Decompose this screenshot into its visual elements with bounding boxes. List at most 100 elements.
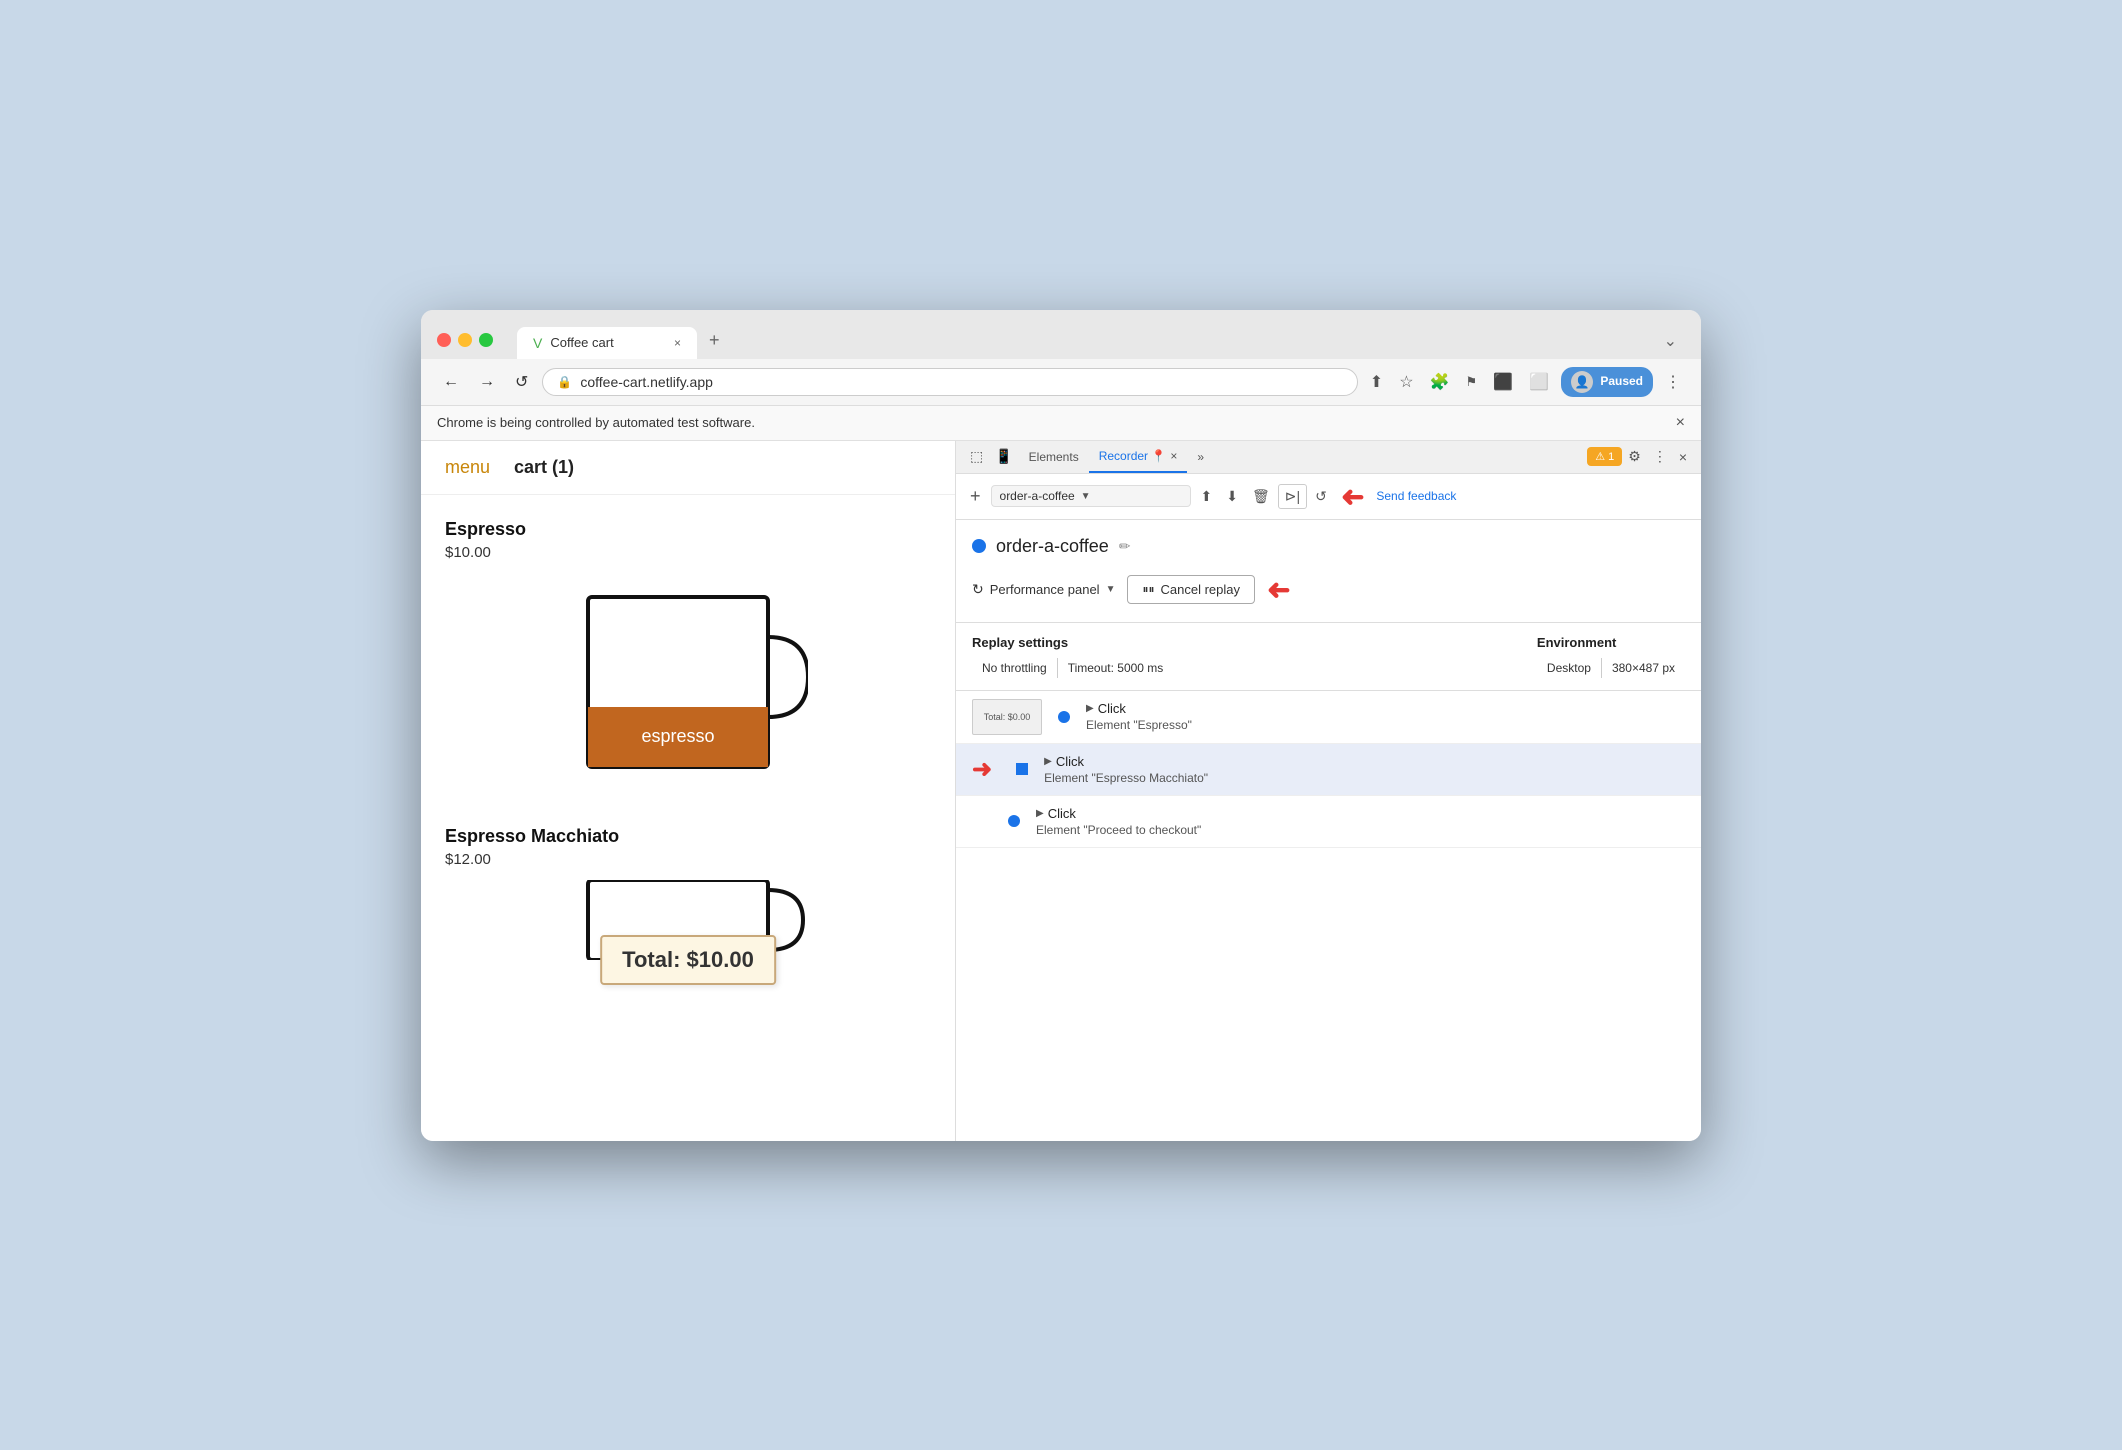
- tab-bar: V Coffee cart × + ⌄: [517, 322, 1685, 359]
- share-button[interactable]: ⬆: [1366, 368, 1387, 396]
- webpage-nav: menu cart (1): [421, 441, 955, 495]
- timeline-step-2[interactable]: ➜ ▶ Click Element "Espresso Macchiato": [956, 744, 1701, 796]
- add-recording-btn[interactable]: +: [964, 484, 987, 509]
- step-square: [1016, 763, 1028, 775]
- recording-detail: order-a-coffee ✏ ↻ Performance panel ▼ ⏸…: [956, 520, 1701, 623]
- step-type-2: ▶ Click: [1044, 754, 1685, 769]
- espresso-name: Espresso: [445, 519, 931, 540]
- step-content-2: ▶ Click Element "Espresso Macchiato": [1044, 754, 1685, 785]
- new-tab-button[interactable]: +: [697, 322, 732, 359]
- throttling-value: No throttling: [972, 658, 1057, 678]
- send-feedback-link[interactable]: Send feedback: [1376, 489, 1456, 503]
- step-red-arrow: ➜: [972, 755, 992, 784]
- recording-edit-icon[interactable]: ✏: [1119, 538, 1131, 555]
- address-bar[interactable]: 🔒 coffee-cart.netlify.app: [542, 368, 1357, 396]
- close-button[interactable]: [437, 333, 451, 347]
- paused-badge: 👤 Paused: [1561, 367, 1653, 397]
- replay-settings-label: Replay settings: [972, 635, 1173, 650]
- devtools-close-btn[interactable]: ×: [1673, 443, 1693, 471]
- devtools-gear-btn[interactable]: ⚙: [1622, 442, 1647, 471]
- nav-cart-link[interactable]: cart (1): [514, 457, 574, 478]
- devtools-tabs: ⬚ 📱 Elements Recorder 📍 × » ⚠ 1 ⚙ ⋮ ×: [956, 441, 1701, 474]
- delete-recording-btn[interactable]: 🗑: [1246, 482, 1276, 511]
- recorder-tab-close[interactable]: ×: [1170, 449, 1177, 463]
- performance-panel-btn[interactable]: ↻ Performance panel ▼: [972, 581, 1115, 598]
- env-values: Desktop 380×487 px: [1537, 658, 1685, 678]
- cancel-red-arrow: ➜: [1267, 573, 1290, 606]
- cancel-replay-btn[interactable]: ⏸⏸ Cancel replay: [1127, 575, 1255, 604]
- macchiato-price: $12.00: [445, 851, 931, 868]
- env-device: Desktop: [1537, 658, 1601, 678]
- env-size: 380×487 px: [1602, 658, 1685, 678]
- cancel-icon: ⏸⏸: [1142, 582, 1154, 597]
- replay-step-btn[interactable]: ⊳|: [1278, 484, 1307, 509]
- step-content-3: ▶ Click Element "Proceed to checkout": [1036, 806, 1685, 837]
- step-type-1: ▶ Click: [1086, 701, 1685, 716]
- browser-tab-active[interactable]: V Coffee cart ×: [517, 327, 697, 359]
- replay-settings: Replay settings No throttling Timeout: 5…: [956, 623, 1701, 691]
- timeline-step-1[interactable]: Total: $0.00 ▶ Click Element "Espresso": [956, 691, 1701, 744]
- replay-icon: ⊳|: [1285, 488, 1300, 505]
- tab-overflow-button[interactable]: ⌄: [1656, 323, 1685, 359]
- step-thumbnail: Total: $0.00: [972, 699, 1042, 735]
- recording-dropdown-icon: ▼: [1081, 491, 1091, 502]
- timeline-steps: Total: $0.00 ▶ Click Element "Espresso": [956, 691, 1701, 1141]
- replay-all-btn[interactable]: ↺: [1309, 482, 1333, 511]
- recording-controls: ↻ Performance panel ▼ ⏸⏸ Cancel replay ➜: [972, 573, 1685, 606]
- step-element-1: Element "Espresso": [1086, 718, 1685, 732]
- tab-elements[interactable]: Elements: [1019, 442, 1089, 472]
- espresso-price: $10.00: [445, 544, 931, 561]
- espresso-macchiato-product: Espresso Macchiato $12.00 Total: $10.00: [445, 826, 931, 965]
- back-button[interactable]: ←: [437, 369, 465, 395]
- step-expand-3[interactable]: ▶: [1036, 808, 1044, 819]
- minimize-button[interactable]: [458, 333, 472, 347]
- toolbar-red-arrow: ➜: [1341, 480, 1364, 513]
- badge-count: 1: [1608, 451, 1614, 463]
- total-amount: Total: $10.00: [622, 947, 754, 972]
- step-element-3: Element "Proceed to checkout": [1036, 823, 1685, 837]
- tab-recorder[interactable]: Recorder 📍 ×: [1089, 441, 1188, 473]
- nav-menu-link[interactable]: menu: [445, 457, 490, 478]
- chrome-menu-button[interactable]: ⋮: [1661, 368, 1685, 396]
- import-recording-btn[interactable]: ⬇: [1220, 482, 1244, 511]
- forward-button[interactable]: →: [473, 369, 501, 395]
- cast-button[interactable]: ⬛: [1489, 368, 1517, 396]
- recording-title: order-a-coffee: [996, 536, 1109, 557]
- macchiato-name: Espresso Macchiato: [445, 826, 931, 847]
- bookmark-button[interactable]: ☆: [1395, 368, 1417, 396]
- settings-values: No throttling Timeout: 5000 ms: [972, 658, 1173, 678]
- recording-selector[interactable]: order-a-coffee ▼: [991, 485, 1191, 507]
- notification-text: Chrome is being controlled by automated …: [437, 415, 755, 430]
- tab-more[interactable]: »: [1187, 442, 1214, 472]
- export-recording-btn[interactable]: ⬆: [1195, 482, 1219, 511]
- notification-close-icon[interactable]: ×: [1676, 414, 1685, 432]
- dt-toolbar-actions: ⬆ ⬇ 🗑 ⊳| ↺: [1195, 482, 1333, 511]
- devtools-toolbar: + order-a-coffee ▼ ⬆ ⬇ 🗑 ⊳| ↺ ➜ Send fee…: [956, 474, 1701, 520]
- title-bar: V Coffee cart × + ⌄: [421, 310, 1701, 359]
- step-circle-3: [1008, 815, 1020, 827]
- extensions-button[interactable]: 🧩: [1426, 368, 1454, 396]
- step-node-3: [1004, 815, 1024, 827]
- maximize-button[interactable]: [479, 333, 493, 347]
- devtools-inspect-btn[interactable]: ⬚: [964, 442, 989, 471]
- devtools-device-btn[interactable]: 📱: [989, 442, 1018, 471]
- step-type-3: ▶ Click: [1036, 806, 1685, 821]
- devtools-panel: ⬚ 📱 Elements Recorder 📍 × » ⚠ 1 ⚙ ⋮ ×: [956, 441, 1701, 1141]
- window-button[interactable]: ⬜: [1525, 368, 1553, 396]
- recording-header: order-a-coffee ✏: [972, 536, 1685, 557]
- step-expand-1[interactable]: ▶: [1086, 703, 1094, 714]
- devtools-more-btn[interactable]: ⋮: [1647, 442, 1673, 471]
- espresso-cup: espresso: [568, 577, 808, 802]
- devtools-issues-btn[interactable]: ⚠ 1: [1587, 447, 1622, 466]
- step-node-2: [1012, 763, 1032, 775]
- step-expand-2[interactable]: ▶: [1044, 756, 1052, 767]
- notification-bar: Chrome is being controlled by automated …: [421, 406, 1701, 441]
- devtools-ext-button[interactable]: ⚑: [1461, 370, 1481, 394]
- tab-close-icon[interactable]: ×: [674, 336, 681, 350]
- svg-text:espresso: espresso: [641, 726, 714, 746]
- reload-button[interactable]: ↺: [509, 368, 534, 396]
- settings-group-throttle: Replay settings No throttling Timeout: 5…: [972, 635, 1173, 678]
- step-node-1: [1054, 711, 1074, 723]
- perf-dropdown-icon: ▼: [1106, 584, 1116, 595]
- timeline-step-3[interactable]: ▶ Click Element "Proceed to checkout": [956, 796, 1701, 848]
